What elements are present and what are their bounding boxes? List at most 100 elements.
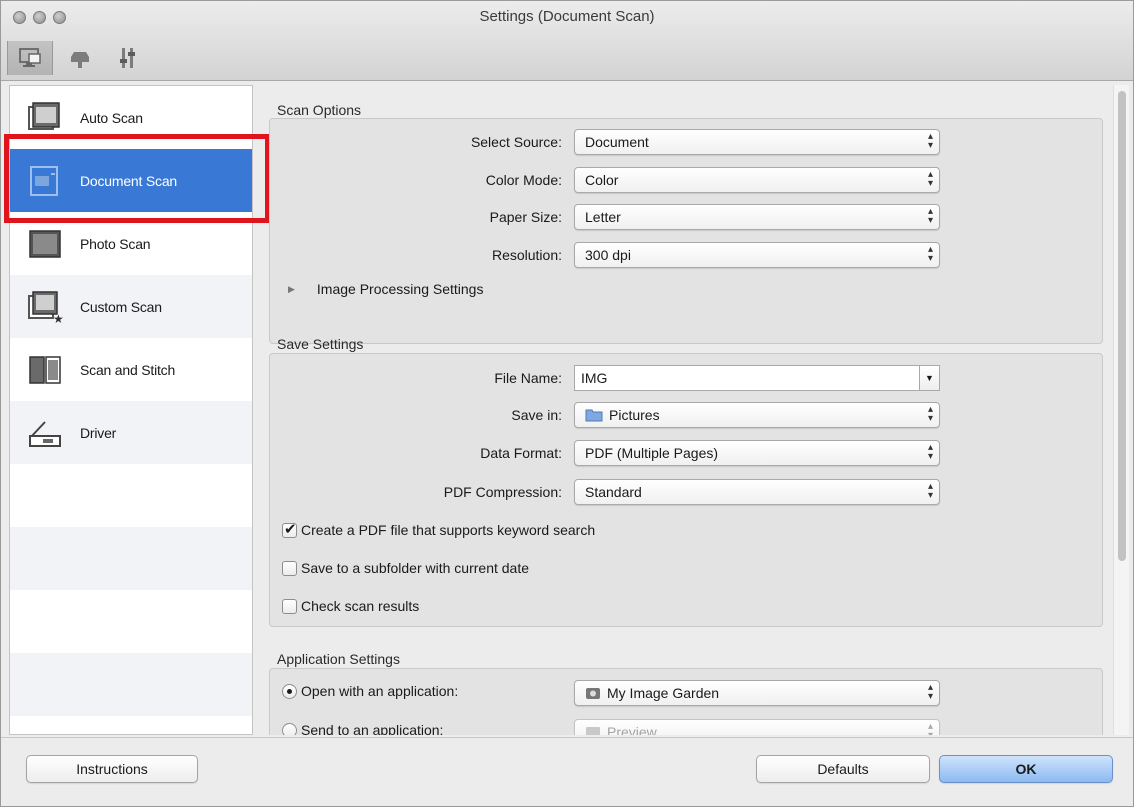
save-in-label: Save in: [511, 407, 562, 423]
sidebar-item-photo-scan[interactable]: Photo Scan [10, 212, 252, 275]
color-mode-label: Color Mode: [485, 172, 562, 188]
open-with-value: My Image Garden [607, 685, 720, 701]
sidebar-item-label: Auto Scan [80, 109, 143, 126]
sidebar-item-auto-scan[interactable]: Auto Scan [10, 86, 252, 149]
image-processing-label: Image Processing Settings [316, 281, 484, 297]
tab-computer-scan[interactable] [7, 41, 53, 75]
instructions-button[interactable]: Instructions [26, 755, 198, 783]
general-settings-icon [120, 48, 135, 68]
document-scan-icon [22, 161, 68, 201]
open-with-popup[interactable]: My Image Garden ▴ ▾ [574, 680, 940, 706]
updown-arrows-icon: ▴▾ [927, 131, 933, 151]
paper-size-row: Paper Size: Letter ▴ ▾ [270, 204, 1102, 232]
scanner-operation-panel-icon [71, 52, 89, 68]
sidebar-item-label: Driver [80, 424, 117, 441]
save-in-row: Save in: Pictures ▴ ▾ [270, 402, 1102, 430]
open-with-row: Open with an application: My Image Garde… [270, 680, 1102, 708]
image-processing-disclosure[interactable]: ▶ Image Processing Settings [288, 281, 483, 297]
tab-general-settings[interactable] [105, 41, 151, 75]
send-to-radio-row[interactable]: Send to an application: [282, 722, 443, 735]
sidebar-item-label: Scan and Stitch [80, 361, 176, 378]
updown-arrows-icon: ▴▾ [927, 404, 933, 424]
driver-icon [22, 413, 68, 453]
send-to-popup[interactable]: Preview ▴▾ [574, 719, 940, 735]
sidebar-item-label: Document Scan [80, 172, 178, 189]
select-source-row: Select Source: Document ▴ ▾ [270, 129, 1102, 157]
bottom-separator [1, 737, 1133, 738]
sidebar-item-custom-scan[interactable]: ★ Custom Scan [10, 275, 252, 338]
file-name-row: File Name: IMG ▼ [270, 365, 1102, 393]
settings-scrollbar[interactable] [1113, 85, 1129, 735]
window-title: Settings (Document Scan) [479, 8, 655, 25]
send-to-value: Preview [607, 724, 657, 735]
updown-arrows-icon: ▴▾ [927, 721, 933, 736]
save-settings-group: File Name: IMG ▼ Save in: Pictures ▴ ▾ Dat… [269, 353, 1103, 627]
resolution-popup[interactable]: 300 dpi ▴ ▾ [574, 242, 940, 268]
sidebar-empty-row [10, 464, 252, 527]
updown-arrows-icon: ▴▾ [927, 682, 933, 702]
select-source-value: Document [585, 134, 649, 150]
scan-options-title: Scan Options [277, 102, 362, 118]
file-name-label: File Name: [494, 370, 562, 386]
check-results-label: Check scan results [301, 598, 420, 614]
application-icon [586, 688, 600, 699]
keyword-search-label: Create a PDF file that supports keyword … [301, 522, 596, 538]
tab-scanner-operation-panel[interactable] [57, 41, 103, 75]
select-source-popup[interactable]: Document ▴ ▾ [574, 129, 940, 155]
sidebar-empty-row [10, 590, 252, 653]
select-source-label: Select Source: [470, 134, 562, 150]
paper-size-popup[interactable]: Letter ▴ ▾ [574, 204, 940, 230]
computer-scan-icon [19, 48, 41, 67]
keyword-search-checkbox-row[interactable]: Create a PDF file that supports keyword … [282, 520, 596, 538]
save-in-popup[interactable]: Pictures ▴ ▾ [574, 402, 940, 428]
sidebar-empty-row [10, 527, 252, 590]
check-results-checkbox[interactable] [282, 598, 297, 614]
scrollbar-thumb[interactable] [1118, 91, 1126, 561]
sidebar-item-label: Photo Scan [80, 235, 151, 252]
updown-arrows-icon: ▴▾ [927, 244, 933, 264]
updown-arrows-icon: ▴▾ [927, 442, 933, 462]
send-to-radio[interactable] [282, 722, 297, 735]
pdf-compression-label: PDF Compression: [443, 484, 562, 500]
auto-scan-icon [22, 98, 68, 138]
pdf-compression-value: Standard [585, 484, 642, 500]
pdf-compression-row: PDF Compression: Standard ▴ ▾ [270, 479, 1102, 507]
data-format-label: Data Format: [480, 445, 562, 461]
defaults-button[interactable]: Defaults [756, 755, 930, 783]
subfolder-checkbox-row[interactable]: Save to a subfolder with current date [282, 560, 529, 576]
open-with-radio[interactable] [282, 683, 297, 699]
resolution-value: 300 dpi [585, 247, 631, 263]
paper-size-value: Letter [585, 209, 621, 225]
data-format-popup[interactable]: PDF (Multiple Pages) ▴ ▾ [574, 440, 940, 466]
subfolder-checkbox[interactable] [282, 560, 297, 576]
open-with-radio-row[interactable]: Open with an application: [282, 683, 458, 699]
check-results-checkbox-row[interactable]: Check scan results [282, 598, 419, 614]
svg-text:★: ★ [53, 312, 63, 324]
data-format-value: PDF (Multiple Pages) [585, 445, 719, 461]
paper-size-label: Paper Size: [489, 209, 562, 225]
title-bar: Settings (Document Scan) [1, 1, 1133, 81]
open-with-label: Open with an application: [301, 683, 459, 699]
keyword-search-checkbox[interactable] [282, 520, 297, 538]
file-name-dropdown-button[interactable]: ▼ [920, 365, 940, 391]
sidebar-item-driver[interactable]: Driver [10, 401, 252, 464]
sidebar-item-scan-and-stitch[interactable]: Scan and Stitch [10, 338, 252, 401]
folder-icon [585, 409, 603, 422]
sidebar-item-label: Custom Scan [80, 298, 162, 315]
application-settings-group: Open with an application: My Image Garde… [269, 668, 1103, 735]
application-settings-title: Application Settings [277, 651, 400, 667]
file-name-input[interactable]: IMG [574, 365, 920, 391]
color-mode-popup[interactable]: Color ▴ ▾ [574, 167, 940, 193]
sidebar-item-document-scan[interactable]: Document Scan [10, 149, 252, 212]
scan-options-group: Select Source: Document ▴ ▾ Color Mode: Co… [269, 118, 1103, 344]
data-format-row: Data Format: PDF (Multiple Pages) ▴ ▾ [270, 440, 1102, 468]
ok-button[interactable]: OK [939, 755, 1113, 783]
pdf-compression-popup[interactable]: Standard ▴ ▾ [574, 479, 940, 505]
updown-arrows-icon: ▴▾ [927, 169, 933, 189]
scan-and-stitch-icon [22, 350, 68, 390]
chevron-down-icon: ▼ [925, 373, 934, 383]
updown-arrows-icon: ▴▾ [927, 206, 933, 226]
scan-type-sidebar: Auto Scan Document Scan Photo Scan ★ Cus… [9, 85, 253, 735]
color-mode-row: Color Mode: Color ▴ ▾ [270, 167, 1102, 195]
subfolder-label: Save to a subfolder with current date [301, 560, 530, 576]
